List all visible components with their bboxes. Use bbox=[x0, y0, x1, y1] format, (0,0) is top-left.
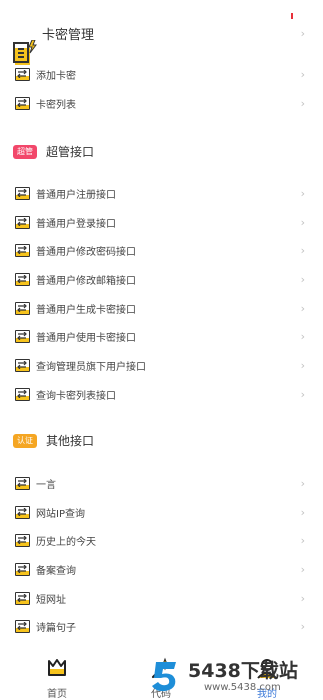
api-switch-icon bbox=[15, 358, 30, 372]
list-item-add-card[interactable]: 添加卡密 › bbox=[0, 62, 323, 86]
api-switch-icon bbox=[15, 505, 30, 519]
list-item-other-api[interactable]: 网站IP查询 › bbox=[0, 500, 323, 524]
api-switch-icon bbox=[15, 272, 30, 286]
admin-badge: 超管 bbox=[13, 145, 37, 159]
list-item-admin-api[interactable]: 普通用户修改邮箱接口 › bbox=[0, 267, 323, 291]
api-switch-icon bbox=[15, 562, 30, 576]
tab-label: 首页 bbox=[47, 689, 67, 700]
api-switch-icon bbox=[15, 476, 30, 490]
watermark-url: www.5438.com bbox=[204, 682, 281, 693]
api-switch-icon bbox=[15, 301, 30, 315]
chevron-right-icon: › bbox=[300, 272, 305, 286]
chevron-right-icon: › bbox=[300, 67, 305, 81]
list-item-label: 添加卡密 bbox=[36, 70, 76, 82]
list-item-admin-api[interactable]: 普通用户使用卡密接口 › bbox=[0, 324, 323, 348]
list-item-label: 查询卡密列表接口 bbox=[36, 390, 116, 402]
chevron-right-icon: › bbox=[300, 329, 305, 343]
crown-icon bbox=[48, 659, 66, 676]
list-item-admin-api[interactable]: 普通用户登录接口 › bbox=[0, 210, 323, 234]
list-item-label: 普通用户修改邮箱接口 bbox=[36, 275, 136, 287]
list-item-admin-api[interactable]: 普通用户注册接口 › bbox=[0, 181, 323, 205]
card-management-header[interactable]: 卡密管理 › bbox=[0, 20, 323, 65]
list-item-label: 诗篇句子 bbox=[36, 622, 76, 634]
chevron-right-icon: › bbox=[300, 186, 305, 200]
site-watermark: 5438下载站 www.5438.com bbox=[148, 654, 318, 698]
list-item-admin-api[interactable]: 查询管理员旗下用户接口 › bbox=[0, 353, 323, 377]
chevron-right-icon: › bbox=[300, 96, 305, 110]
chevron-right-icon: › bbox=[300, 591, 305, 605]
chevron-right-icon: › bbox=[300, 26, 305, 40]
chevron-right-icon: › bbox=[300, 358, 305, 372]
tab-home[interactable]: 首页 bbox=[17, 648, 97, 700]
chevron-right-icon: › bbox=[300, 243, 305, 257]
chevron-right-icon: › bbox=[300, 215, 305, 229]
list-item-label: 卡密列表 bbox=[36, 99, 76, 111]
list-item-admin-api[interactable]: 普通用户生成卡密接口 › bbox=[0, 296, 323, 320]
list-item-label: 普通用户使用卡密接口 bbox=[36, 332, 136, 344]
list-item-label: 查询管理员旗下用户接口 bbox=[36, 361, 146, 373]
list-item-admin-api[interactable]: 查询卡密列表接口 › bbox=[0, 382, 323, 406]
chevron-right-icon: › bbox=[300, 562, 305, 576]
api-switch-icon bbox=[15, 215, 30, 229]
admin-section-title: 超管接口 bbox=[46, 145, 95, 159]
list-item-admin-api[interactable]: 普通用户修改密码接口 › bbox=[0, 238, 323, 262]
api-switch-icon bbox=[15, 67, 30, 81]
list-item-other-api[interactable]: 备案查询 › bbox=[0, 557, 323, 581]
watermark-text: 5438下载站 bbox=[188, 660, 298, 682]
api-switch-icon bbox=[15, 186, 30, 200]
api-switch-icon bbox=[15, 96, 30, 110]
chevron-right-icon: › bbox=[300, 533, 305, 547]
api-switch-icon bbox=[15, 387, 30, 401]
list-item-other-api[interactable]: 一言 › bbox=[0, 471, 323, 495]
list-item-other-api[interactable]: 短网址 › bbox=[0, 586, 323, 610]
list-item-label: 网站IP查询 bbox=[36, 508, 85, 520]
chevron-right-icon: › bbox=[300, 476, 305, 490]
list-item-label: 普通用户生成卡密接口 bbox=[36, 304, 136, 316]
api-switch-icon bbox=[15, 533, 30, 547]
page-title: 卡密管理 bbox=[42, 27, 95, 43]
list-item-label: 一言 bbox=[36, 479, 56, 491]
list-item-other-api[interactable]: 历史上的今天 › bbox=[0, 528, 323, 552]
other-section-title: 其他接口 bbox=[46, 434, 95, 448]
list-item-card-list[interactable]: 卡密列表 › bbox=[0, 91, 323, 115]
chevron-right-icon: › bbox=[300, 619, 305, 633]
api-switch-icon bbox=[15, 619, 30, 633]
chevron-right-icon: › bbox=[300, 387, 305, 401]
red-indicator-mark bbox=[291, 13, 293, 19]
list-item-label: 普通用户注册接口 bbox=[36, 189, 116, 201]
list-item-label: 备案查询 bbox=[36, 565, 76, 577]
chevron-right-icon: › bbox=[300, 505, 305, 519]
list-item-other-api[interactable]: 诗篇句子 › bbox=[0, 614, 323, 638]
list-item-label: 普通用户修改密码接口 bbox=[36, 246, 136, 258]
api-switch-icon bbox=[15, 243, 30, 257]
list-item-label: 历史上的今天 bbox=[36, 536, 96, 548]
verified-badge: 认证 bbox=[13, 434, 37, 448]
api-switch-icon bbox=[15, 329, 30, 343]
api-switch-icon bbox=[15, 591, 30, 605]
chevron-right-icon: › bbox=[300, 301, 305, 315]
watermark-logo-icon bbox=[152, 662, 176, 692]
list-item-label: 短网址 bbox=[36, 594, 66, 606]
list-item-label: 普通用户登录接口 bbox=[36, 218, 116, 230]
